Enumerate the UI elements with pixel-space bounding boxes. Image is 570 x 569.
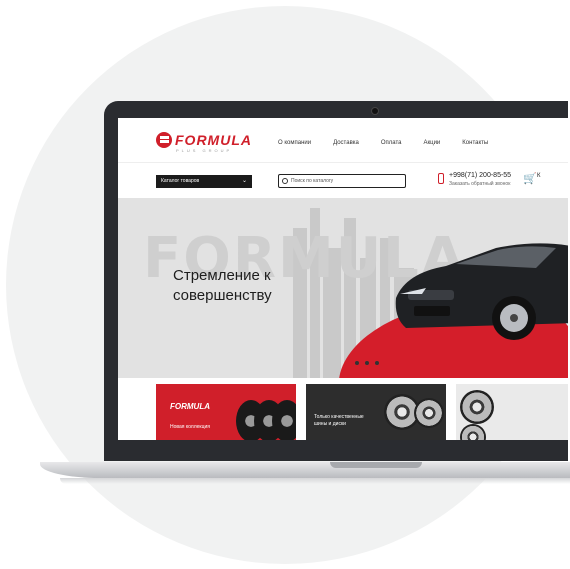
callback-link[interactable]: Заказать обратный звонок <box>449 181 510 187</box>
card-caption: Новая коллекция <box>170 424 210 430</box>
card-quality-tires[interactable]: Только качественные шины и диски <box>306 384 446 440</box>
slider-dot[interactable] <box>355 361 359 365</box>
laptop-screen: FORMULA PLUS GROUP О компании Доставка О… <box>118 118 568 440</box>
laptop-base <box>40 462 570 478</box>
wheel-image <box>460 390 494 424</box>
site-logo[interactable]: FORMULA <box>156 132 252 148</box>
tire-image <box>272 400 296 440</box>
laptop-notch <box>330 462 422 468</box>
laptop-shadow <box>60 478 570 484</box>
logo-subtext: PLUS GROUP <box>176 148 233 153</box>
card-new-collection[interactable]: FORMULA Новая коллекция <box>156 384 296 440</box>
catalog-button[interactable]: Каталог товаров ⌄ <box>156 175 252 188</box>
card-caption: Только качественные шины и диски <box>314 414 364 427</box>
hero-title-line2: совершенству <box>173 287 272 304</box>
search-icon <box>282 178 288 184</box>
webcam <box>372 108 378 114</box>
card-rims[interactable]: К <box>456 384 568 440</box>
site-header: FORMULA PLUS GROUP О компании Доставка О… <box>118 118 568 162</box>
slider-dot[interactable] <box>375 361 379 365</box>
slider-dot[interactable] <box>365 361 369 365</box>
wheel-image <box>414 398 444 428</box>
chevron-down-icon: ⌄ <box>241 178 247 184</box>
main-nav: О компании Доставка Оплата Акции Контакт… <box>278 140 510 146</box>
phone-number[interactable]: +998(71) 200-85-55 <box>449 172 511 179</box>
wheel-image <box>460 424 486 440</box>
cart-label[interactable]: К <box>537 173 541 179</box>
nav-item-delivery[interactable]: Доставка <box>333 140 359 146</box>
nav-item-payment[interactable]: Оплата <box>381 140 402 146</box>
catalog-button-label: Каталог товаров <box>161 178 200 184</box>
nav-item-contacts[interactable]: Контакты <box>462 140 488 146</box>
logo-icon <box>156 132 172 148</box>
nav-item-promotions[interactable]: Акции <box>424 140 441 146</box>
slider-dots <box>355 361 379 365</box>
phone-icon <box>438 173 444 184</box>
search-input[interactable]: Поиск по каталогу <box>278 174 406 188</box>
car-image <box>395 243 568 340</box>
logo-text: FORMULA <box>175 132 252 148</box>
nav-item-about[interactable]: О компании <box>278 140 311 146</box>
hero-title: Стремление к совершенству <box>173 266 272 306</box>
card-logo: FORMULA <box>170 402 210 411</box>
cart-icon[interactable]: 🛒 <box>523 174 537 185</box>
hero-title-line1: Стремление к <box>173 267 271 284</box>
search-row: Каталог товаров ⌄ Поиск по каталогу +998… <box>118 162 568 199</box>
category-cards: FORMULA Новая коллекция Только качествен… <box>118 378 568 440</box>
hero-banner: FORMULA Стремление к совершенству <box>118 198 568 378</box>
search-placeholder: Поиск по каталогу <box>291 178 334 184</box>
